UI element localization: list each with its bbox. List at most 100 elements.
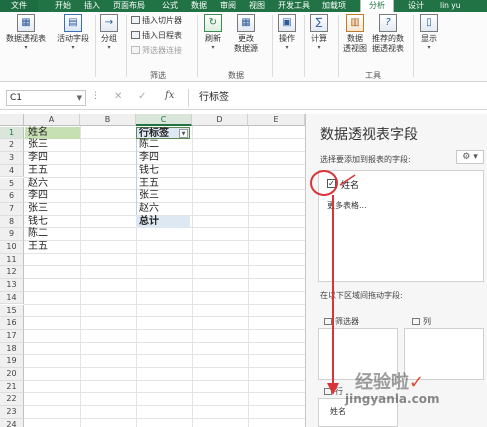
pivot-item[interactable]: 陈二 — [136, 139, 190, 152]
column-header-a[interactable]: A — [24, 114, 80, 126]
row-header[interactable]: 8 — [0, 215, 24, 229]
row-header[interactable]: 5 — [0, 177, 24, 191]
tab-addins[interactable]: 加载项 — [322, 0, 346, 12]
row-header[interactable]: 14 — [0, 291, 24, 305]
cell-a8[interactable]: 钱七 — [25, 216, 48, 229]
recommended-pivot-button[interactable]: ? 推荐的数 据透视表 — [372, 14, 404, 54]
filter-dropdown-icon[interactable]: ▼ — [179, 128, 188, 138]
tab-page-layout[interactable]: 页面布局 — [113, 0, 145, 12]
gear-icon[interactable]: ⚙ ▾ — [456, 150, 484, 164]
pivot-row-labels-header[interactable]: 行标签 ▼ — [136, 126, 190, 140]
rows-area-field[interactable]: 姓名 — [330, 406, 346, 417]
column-header-d[interactable]: D — [192, 114, 248, 126]
pivot-item[interactable]: 张三 — [136, 190, 190, 203]
chevron-down-icon[interactable]: ▼ — [77, 91, 82, 105]
row-header[interactable]: 15 — [0, 304, 24, 318]
pivot-item[interactable]: 赵六 — [136, 203, 190, 216]
user-name[interactable]: lin yu — [440, 0, 461, 12]
cell-a10[interactable]: 王五 — [25, 241, 48, 254]
row-header[interactable]: 19 — [0, 355, 24, 368]
pivot-table-button[interactable]: ▦ 数据透视表 ▾ — [6, 14, 46, 51]
insert-slicer-button[interactable]: 插入切片器 — [131, 16, 182, 26]
cell-a1[interactable]: 姓名 — [25, 126, 80, 140]
column-header-b[interactable]: B — [80, 114, 136, 126]
active-field-button[interactable]: ▤ 活动字段 ▾ — [57, 14, 89, 51]
group-data-label: 数据 — [228, 71, 244, 80]
insert-timeline-button[interactable]: 插入日程表 — [131, 31, 182, 41]
field-name[interactable]: 姓名 — [341, 178, 359, 191]
column-header-e[interactable]: E — [248, 114, 305, 126]
pivot-grand-total[interactable]: 总计 — [136, 215, 190, 229]
pivot-chart-button[interactable]: ▥ 数据 透视图 — [343, 14, 367, 54]
filter-connections-button[interactable]: 筛选器连接 — [131, 46, 182, 56]
tab-developer[interactable]: 开发工具 — [278, 0, 310, 12]
row-header[interactable]: 1 — [0, 126, 24, 140]
select-all-button[interactable] — [0, 114, 24, 126]
insert-function-button[interactable]: fx — [165, 90, 174, 101]
tab-design[interactable]: 设计 — [408, 0, 424, 12]
row-header[interactable]: 3 — [0, 152, 24, 165]
row-header[interactable]: 23 — [0, 406, 24, 419]
row-header[interactable]: 18 — [0, 342, 24, 356]
row-header[interactable]: 6 — [0, 190, 24, 203]
rows-area-header: 行 — [324, 386, 343, 397]
row-header[interactable]: 20 — [0, 368, 24, 381]
pivot-item[interactable]: 钱七 — [136, 165, 190, 178]
tab-file[interactable]: 文件 — [0, 0, 38, 12]
active-field-icon: ▤ — [64, 14, 82, 32]
row-header[interactable]: 11 — [0, 253, 24, 267]
gridline — [192, 126, 193, 427]
chevron-down-icon: ▾ — [317, 44, 321, 51]
cell-a6[interactable]: 李四 — [25, 190, 48, 203]
refresh-icon: ↻ — [204, 14, 222, 32]
formula-bar-grip-icon[interactable]: ⋮ — [91, 91, 100, 101]
row-header[interactable]: 9 — [0, 228, 24, 241]
gridline — [24, 316, 305, 318]
show-button[interactable]: ▯ 显示 ▾ — [420, 14, 438, 51]
column-header-c[interactable]: C — [136, 114, 192, 126]
pivot-item[interactable]: 王五 — [136, 178, 190, 191]
row-header[interactable]: 21 — [0, 380, 24, 394]
cell-a2[interactable]: 张三 — [25, 139, 48, 152]
worksheet-grid[interactable]: A B C D E 1 2 3 4 5 6 7 8 9 10 11 12 13 14 15 16 17 18 19 2… — [0, 114, 305, 427]
group-button[interactable]: → 分组 ▾ — [100, 14, 118, 51]
row-header[interactable]: 13 — [0, 279, 24, 292]
tab-view[interactable]: 视图 — [249, 0, 265, 12]
row-header[interactable]: 12 — [0, 266, 24, 280]
row-header[interactable]: 10 — [0, 241, 24, 254]
tab-formulas[interactable]: 公式 — [162, 0, 178, 12]
slicer-icon — [131, 16, 140, 24]
rows-label: 行 — [335, 387, 343, 396]
enter-icon[interactable]: ✓ — [138, 91, 146, 102]
cell-a3[interactable]: 李四 — [25, 152, 48, 165]
tab-analyze[interactable]: 分析 — [360, 0, 394, 12]
row-header[interactable]: 24 — [0, 418, 24, 427]
gridline — [24, 265, 305, 267]
calculations-button[interactable]: ∑ 计算 ▾ — [310, 14, 328, 51]
actions-label: 操作 — [279, 34, 295, 43]
name-box[interactable]: C1 ▼ — [6, 90, 86, 106]
tab-data[interactable]: 数据 — [191, 0, 207, 12]
cancel-icon[interactable]: ✕ — [114, 91, 122, 102]
tab-home[interactable]: 开始 — [55, 0, 71, 12]
tab-insert[interactable]: 插入 — [84, 0, 100, 12]
cell-a5[interactable]: 赵六 — [25, 178, 48, 191]
tab-review[interactable]: 审阅 — [220, 0, 236, 12]
row-header[interactable]: 17 — [0, 329, 24, 343]
change-data-source-button[interactable]: ▦ 更改 数据源 — [234, 14, 258, 54]
cell-a4[interactable]: 王五 — [25, 165, 48, 178]
row-header[interactable]: 2 — [0, 139, 24, 153]
row-header[interactable]: 16 — [0, 317, 24, 330]
group-tools-label: 工具 — [365, 71, 381, 80]
row-header[interactable]: 4 — [0, 164, 24, 178]
cell-a7[interactable]: 张三 — [25, 203, 48, 216]
row-header[interactable]: 22 — [0, 393, 24, 407]
row-header[interactable]: 7 — [0, 202, 24, 216]
show-label: 显示 — [421, 34, 437, 43]
cell-a9[interactable]: 陈二 — [25, 228, 48, 241]
more-tables-link[interactable]: 更多表格... — [327, 200, 367, 211]
pivot-item[interactable]: 李四 — [136, 152, 190, 165]
formula-input[interactable]: 行标签 — [188, 89, 484, 107]
actions-button[interactable]: ▣ 操作 ▾ — [278, 14, 296, 51]
refresh-button[interactable]: ↻ 刷新 ▾ — [204, 14, 222, 51]
